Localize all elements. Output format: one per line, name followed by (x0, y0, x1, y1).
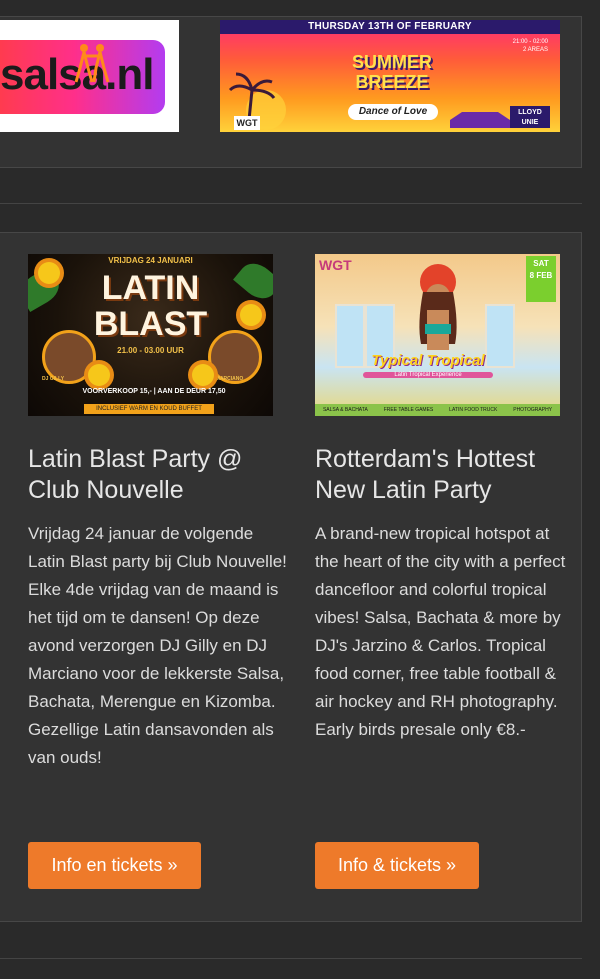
summer-breeze-banner[interactable]: THURSDAY 13TH OF FEBRUARY 21:00 - 02:00 … (220, 20, 560, 132)
event-description: Vrijdag 24 januar de volgende Latin Blas… (28, 524, 287, 767)
flyer-prices: VOORVERKOOP 15,- | AAN DE DEUR 17,50 (82, 388, 226, 395)
event-title[interactable]: Latin Blast Party @ Club Nouvelle (28, 444, 290, 506)
flyer-date: VRIJDAG 24 JANUARI (108, 256, 193, 265)
typical-tropical-flyer[interactable]: WGT Typical Tropical Latin Tropical Expe… (315, 254, 560, 416)
flyer-subtitle: Latin Tropical Experience (363, 372, 493, 378)
flyer-footer: SALSA & BACHATA FREE TABLE GAMES LATIN F… (315, 404, 560, 416)
dj-left-label: DJ GILLY (42, 376, 65, 382)
latin-blast-flyer[interactable]: VRIJDAG 24 JANUARI LATIN BLAST 21.00 - 0… (28, 254, 273, 416)
info-tickets-button[interactable]: Info en tickets » (28, 842, 201, 889)
info-tickets-button[interactable]: Info & tickets » (315, 842, 479, 889)
flyer-title: Typical Tropical (371, 352, 485, 369)
flower-icon (88, 364, 110, 386)
flyer-footnote: INCLUSIEF WARM EN KOUD BUFFET (84, 404, 214, 414)
section-divider (0, 958, 582, 959)
venue-building-icon (450, 112, 510, 128)
summer-date-bar: THURSDAY 13TH OF FEBRUARY (220, 20, 560, 34)
event-title[interactable]: Rotterdam's Hottest New Latin Party (315, 444, 577, 506)
salsa-nl-banner[interactable]: salsa.nl (0, 20, 179, 132)
summer-tagline: Dance of Love (348, 104, 438, 120)
woman-illustration-icon (419, 264, 457, 350)
wgt-badge: WGT (234, 116, 260, 130)
venue-badge: LLOYD UNIE (510, 106, 550, 128)
flyer-time: 21.00 - 03.00 UUR (117, 346, 184, 355)
flower-icon (192, 364, 214, 386)
summer-info: 21:00 - 02:00 2 AREAS (512, 39, 548, 53)
dancers-icon (74, 44, 110, 83)
flyer-date-badge: SAT 8 FEB (526, 256, 556, 302)
wgt-logo: WGT (319, 257, 352, 273)
section-divider (0, 203, 582, 204)
summer-breeze-logo: SUMMER BREEZE (352, 52, 432, 92)
event-description: A brand-new tropical hotspot at the hear… (315, 524, 566, 739)
